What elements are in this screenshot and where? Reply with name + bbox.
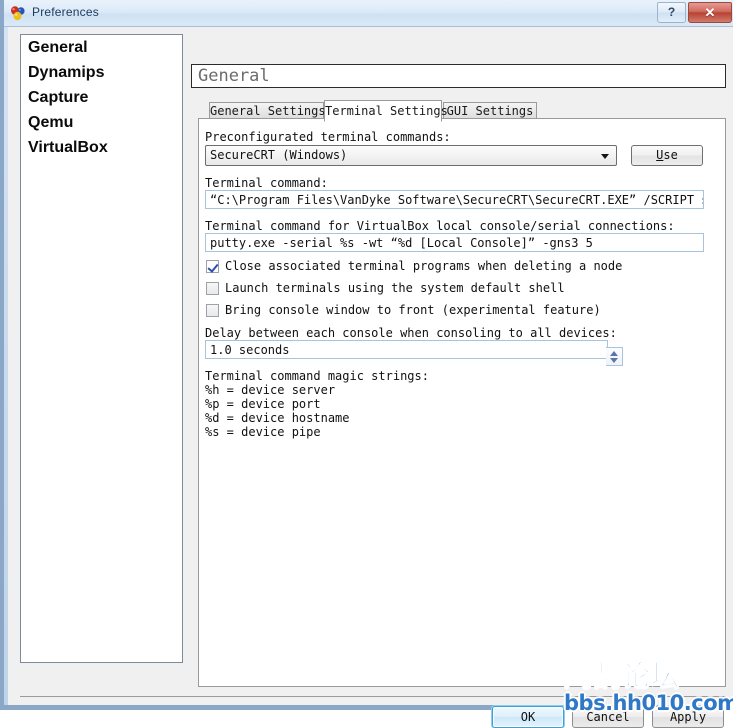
ok-button[interactable]: OK [492,706,564,728]
tab-terminal-settings[interactable]: Terminal Settings [324,100,448,122]
preconfigured-terminal-value: SecureCRT (Windows) [210,148,348,162]
sidebar-item-virtualbox[interactable]: VirtualBox [21,135,182,160]
virtualbox-command-label: Terminal command for VirtualBox local co… [205,219,675,233]
terminal-command-input[interactable]: “C:\Program Files\VanDyke Software\Secur… [205,190,704,209]
preferences-window: Preferences ? ✕ General Dynamips Capture… [0,0,733,728]
dialog-client-area: General Dynamips Capture Qemu VirtualBox… [8,27,733,728]
sidebar-item-capture[interactable]: Capture [21,85,182,110]
checkbox-default-shell-box[interactable] [206,282,219,295]
close-icon: ✕ [704,5,716,20]
checkbox-close-terminals-label: Close associated terminal programs when … [225,259,623,273]
chevron-down-icon [601,153,609,159]
cancel-button[interactable]: Cancel [572,706,644,728]
close-button[interactable]: ✕ [688,2,732,23]
sidebar-item-general[interactable]: General [21,35,182,60]
magic-string-port: %p = device port [205,397,321,411]
terminal-command-label: Terminal command: [205,176,328,190]
category-list[interactable]: General Dynamips Capture Qemu VirtualBox [20,34,183,663]
delay-spinbox-input[interactable]: 1.0 seconds [205,340,608,359]
window-title: Preferences [32,5,99,19]
help-icon: ? [667,5,676,19]
spinner-up-icon[interactable] [610,351,618,356]
help-button[interactable]: ? [657,2,686,23]
use-button[interactable]: Use [631,145,703,166]
sidebar-item-dynamips[interactable]: Dynamips [21,60,182,85]
use-button-rest: se [663,148,678,162]
delay-label: Delay between each console when consolin… [205,326,617,340]
magic-string-pipe: %s = device pipe [205,425,321,439]
preconfigured-label: Preconfigurated terminal commands: [205,130,451,144]
checkbox-close-terminals-box[interactable] [206,260,219,273]
delay-spinner[interactable] [606,347,623,366]
magic-string-hostname: %d = device hostname [205,411,350,425]
apply-button[interactable]: Apply [652,706,724,728]
magic-strings-title: Terminal command magic strings: [205,369,429,383]
tab-gui-settings[interactable]: GUI Settings [443,102,537,119]
title-bar[interactable]: Preferences ? ✕ [4,0,733,27]
checkbox-default-shell-label: Launch terminals using the system defaul… [225,281,565,295]
footer-separator [20,696,726,697]
virtualbox-command-input[interactable]: putty.exe -serial %s -wt “%d [Local Cons… [205,233,704,252]
terminal-settings-panel: Preconfigurated terminal commands: Secur… [198,118,726,687]
page-title: General [191,64,726,88]
checkbox-bring-to-front-label: Bring console window to front (experimen… [225,303,601,317]
spinner-down-icon[interactable] [610,358,618,363]
balloons-icon [11,6,25,21]
tab-strip: General Settings GUI Settings Terminal S… [198,100,726,122]
tab-general-settings[interactable]: General Settings [209,102,326,119]
settings-tab-area: General Settings GUI Settings Terminal S… [198,100,726,687]
magic-string-host: %h = device server [205,383,336,397]
checkbox-bring-to-front-box[interactable] [206,304,219,317]
preconfigured-terminal-dropdown[interactable]: SecureCRT (Windows) [205,145,617,166]
sidebar-item-qemu[interactable]: Qemu [21,110,182,135]
